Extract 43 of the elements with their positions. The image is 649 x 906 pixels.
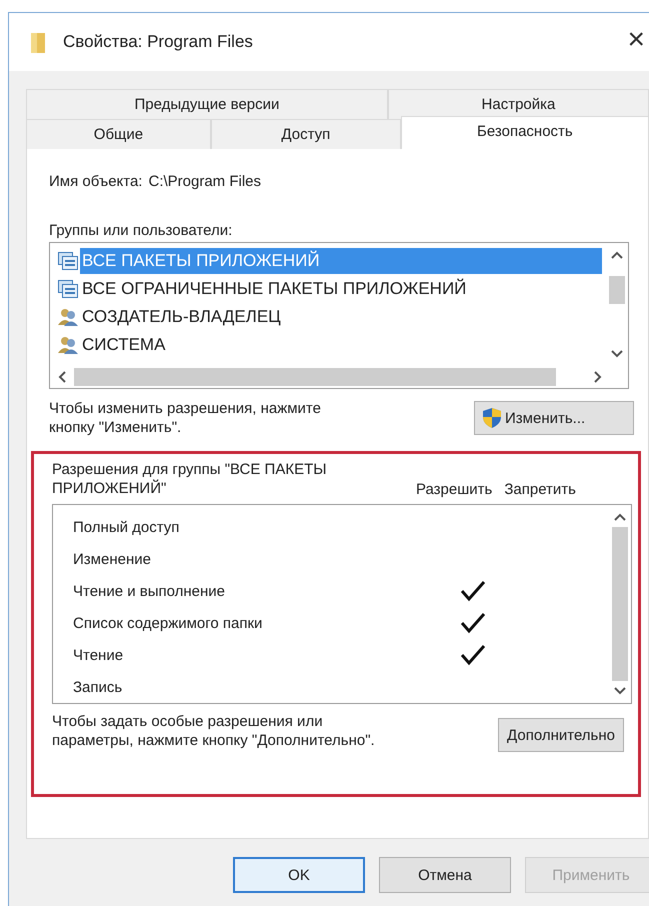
users-icon [58,308,78,326]
scrollbar-thumb[interactable] [612,527,628,681]
permission-name: Запись [73,678,124,696]
permission-name: Изменение [73,550,152,568]
users-icon [58,336,78,354]
scrollbar-thumb[interactable] [74,368,556,386]
advanced-hint-text: Чтобы задать особые разрешения или параметры, нажмите кнопку "Дополнительно". [52,712,376,750]
scroll-right-icon[interactable] [594,371,602,383]
app-package-icon [58,280,78,298]
scroll-down-icon[interactable] [611,350,623,358]
tab[interactable]: Доступ [210,119,401,149]
permission-name: Чтение и выполнение [73,582,226,600]
column-header: Разрешить [416,481,492,498]
tab[interactable]: Предыдущие версии [26,89,388,119]
scroll-down-icon[interactable] [614,687,626,695]
column-header: Запретить [504,481,576,498]
change-hint-text: Чтобы изменить разрешения, нажмите кнопку "Изменить". [49,399,322,437]
scroll-left-icon[interactable] [58,371,66,383]
tab[interactable]: Общие [26,119,211,149]
app-package-icon [58,252,78,270]
scroll-up-icon[interactable] [611,251,623,259]
tab[interactable]: Безопасность [400,116,649,149]
permission-name: Полный доступ [73,518,180,536]
shield-icon [483,408,501,428]
scrollbar-thumb[interactable] [609,276,625,304]
permission-name: Чтение [73,646,124,664]
group-item[interactable]: СОЗДАТЕЛЬ-ВЛАДЕЛЕЦ [80,304,321,330]
advanced-button[interactable]: Дополнительно [498,718,624,752]
window-title: Свойства: Program Files [63,32,254,52]
permission-name: Список содержимого папки [73,614,264,632]
group-item[interactable]: ВСЕ ОГРАНИЧЕННЫЕ ПАКЕТЫ ПРИЛОЖЕНИЙ [80,276,506,302]
dialog-button[interactable]: Отмена [379,857,511,893]
permissions-label: Разрешения для группы "ВСЕ ПАКЕТЫ ПРИЛОЖЕНИЙ" [52,460,328,498]
group-item[interactable]: СИСТЕМА [80,332,206,358]
object-name-label: Имя объекта: [49,173,142,190]
groups-label: Группы или пользователи: [48,222,234,239]
dialog-button[interactable]: OK [233,857,365,893]
folder-icon [31,31,45,53]
scroll-up-icon[interactable] [614,513,626,521]
change-button[interactable]: Изменить... [474,401,634,435]
object-name-value: C:\Program Files [148,173,262,190]
close-button[interactable]: × [623,23,649,61]
tab[interactable]: Настройка [388,89,649,119]
